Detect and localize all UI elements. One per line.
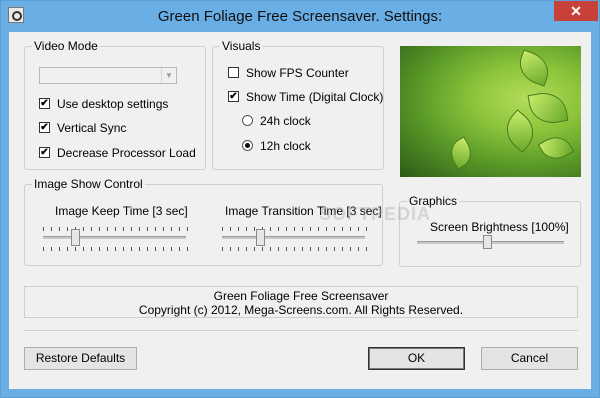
visuals-legend: Visuals xyxy=(220,39,263,53)
image-keep-time-ticks xyxy=(43,247,188,251)
window-title: Green Foliage Free Screensaver. Settings… xyxy=(157,8,443,25)
use-desktop-settings-checkbox[interactable]: ✔ xyxy=(39,98,50,109)
image-keep-time-track[interactable] xyxy=(43,236,186,239)
visuals-group: Visuals Show FPS Counter ✔ Show Time (Di… xyxy=(212,39,384,170)
title-bar[interactable]: Green Foliage Free Screensaver. Settings… xyxy=(1,1,599,32)
image-show-control-legend: Image Show Control xyxy=(32,177,145,191)
image-keep-time-label: Image Keep Time [3 sec] xyxy=(55,204,188,218)
leaf-shape xyxy=(527,89,569,127)
vertical-sync-checkbox[interactable]: ✔ xyxy=(39,122,50,133)
screen-brightness-slider-thumb[interactable] xyxy=(483,235,492,249)
decrease-processor-load-label: Decrease Processor Load xyxy=(57,146,196,160)
cancel-button[interactable]: Cancel xyxy=(481,347,578,370)
use-desktop-settings-label: Use desktop settings xyxy=(57,97,169,111)
watermark-text: SOFTPEDIA xyxy=(319,204,432,224)
image-transition-time-slider-thumb[interactable] xyxy=(256,229,265,246)
vertical-sync-label: Vertical Sync xyxy=(57,121,127,135)
image-show-control-group: Image Show Control Image Keep Time [3 se… xyxy=(24,177,383,266)
show-fps-label: Show FPS Counter xyxy=(246,66,349,80)
screen-brightness-label: Screen Brightness [100%] xyxy=(430,220,569,234)
restore-defaults-button[interactable]: Restore Defaults xyxy=(24,347,137,370)
image-transition-time-ticks xyxy=(222,227,367,231)
ok-button[interactable]: OK xyxy=(368,347,465,370)
show-fps-checkbox[interactable] xyxy=(228,67,239,78)
clock-12h-radio[interactable] xyxy=(242,140,253,151)
video-mode-legend: Video Mode xyxy=(32,39,100,53)
clock-12h-label: 12h clock xyxy=(260,139,311,153)
close-button[interactable]: ✕ xyxy=(554,1,598,21)
product-name-text: Green Foliage Free Screensaver xyxy=(213,289,389,303)
leaf-shape xyxy=(444,136,478,170)
screensaver-preview-image xyxy=(400,46,581,177)
dialog-body: Video Mode ▼ ✔ Use desktop settings ✔ Ve… xyxy=(9,32,591,389)
video-mode-group: Video Mode ▼ ✔ Use desktop settings ✔ Ve… xyxy=(24,39,206,170)
show-time-checkbox[interactable]: ✔ xyxy=(228,91,239,102)
clock-24h-radio[interactable] xyxy=(242,115,253,126)
video-mode-dropdown[interactable]: ▼ xyxy=(39,67,177,84)
image-transition-time-ticks xyxy=(222,247,367,251)
settings-window: Green Foliage Free Screensaver. Settings… xyxy=(0,0,600,398)
chevron-down-icon[interactable]: ▼ xyxy=(161,68,176,83)
copyright-text: Copyright (c) 2012, Mega-Screens.com. Al… xyxy=(138,303,464,317)
show-time-label: Show Time (Digital Clock) xyxy=(246,90,384,104)
separator-line xyxy=(24,330,578,331)
image-keep-time-ticks xyxy=(43,227,188,231)
leaf-shape xyxy=(537,130,575,166)
about-info-box: Green Foliage Free Screensaver Copyright… xyxy=(24,286,578,318)
clock-24h-label: 24h clock xyxy=(260,114,311,128)
leaf-shape xyxy=(514,49,554,87)
image-transition-time-track[interactable] xyxy=(222,236,365,239)
decrease-processor-load-checkbox[interactable]: ✔ xyxy=(39,147,50,158)
image-keep-time-slider-thumb[interactable] xyxy=(71,229,80,246)
